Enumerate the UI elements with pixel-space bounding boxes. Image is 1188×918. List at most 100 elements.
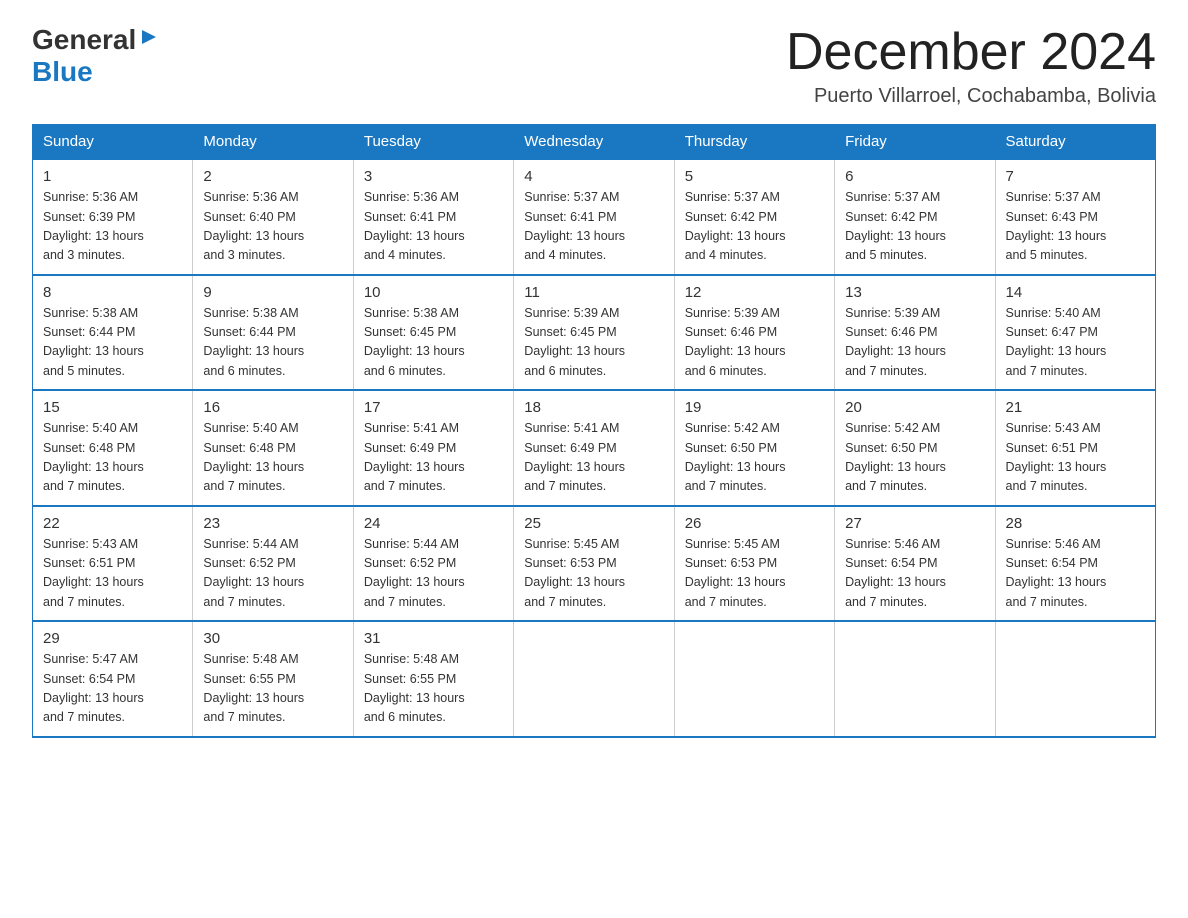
day-info: Sunrise: 5:44 AM Sunset: 6:52 PM Dayligh… [364, 535, 503, 613]
day-info: Sunrise: 5:40 AM Sunset: 6:48 PM Dayligh… [203, 419, 342, 497]
day-info: Sunrise: 5:46 AM Sunset: 6:54 PM Dayligh… [845, 535, 984, 613]
calendar-day-cell: 12 Sunrise: 5:39 AM Sunset: 6:46 PM Dayl… [674, 275, 834, 391]
calendar-day-cell: 6 Sunrise: 5:37 AM Sunset: 6:42 PM Dayli… [835, 159, 995, 275]
day-info: Sunrise: 5:44 AM Sunset: 6:52 PM Dayligh… [203, 535, 342, 613]
logo-general-text: General [32, 24, 136, 56]
day-info: Sunrise: 5:48 AM Sunset: 6:55 PM Dayligh… [203, 650, 342, 728]
calendar-day-cell: 26 Sunrise: 5:45 AM Sunset: 6:53 PM Dayl… [674, 506, 834, 622]
calendar-day-cell [995, 621, 1155, 737]
calendar-day-cell: 15 Sunrise: 5:40 AM Sunset: 6:48 PM Dayl… [33, 390, 193, 506]
day-info: Sunrise: 5:38 AM Sunset: 6:44 PM Dayligh… [203, 304, 342, 382]
logo-general-line: General [32, 24, 158, 56]
day-number: 10 [364, 284, 503, 301]
calendar-day-cell: 11 Sunrise: 5:39 AM Sunset: 6:45 PM Dayl… [514, 275, 674, 391]
calendar-day-cell: 2 Sunrise: 5:36 AM Sunset: 6:40 PM Dayli… [193, 159, 353, 275]
calendar-day-cell: 21 Sunrise: 5:43 AM Sunset: 6:51 PM Dayl… [995, 390, 1155, 506]
day-number: 11 [524, 284, 663, 301]
day-number: 7 [1006, 168, 1145, 185]
logo-arrow-icon [140, 28, 158, 51]
calendar-day-cell: 25 Sunrise: 5:45 AM Sunset: 6:53 PM Dayl… [514, 506, 674, 622]
calendar-day-cell: 10 Sunrise: 5:38 AM Sunset: 6:45 PM Dayl… [353, 275, 513, 391]
calendar-day-cell: 7 Sunrise: 5:37 AM Sunset: 6:43 PM Dayli… [995, 159, 1155, 275]
calendar-day-cell: 28 Sunrise: 5:46 AM Sunset: 6:54 PM Dayl… [995, 506, 1155, 622]
calendar-week-row: 1 Sunrise: 5:36 AM Sunset: 6:39 PM Dayli… [33, 159, 1156, 275]
weekday-header-thursday: Thursday [674, 125, 834, 160]
day-info: Sunrise: 5:40 AM Sunset: 6:47 PM Dayligh… [1006, 304, 1145, 382]
logo: General Blue [32, 24, 158, 88]
day-info: Sunrise: 5:39 AM Sunset: 6:45 PM Dayligh… [524, 304, 663, 382]
calendar-day-cell [514, 621, 674, 737]
calendar-day-cell: 20 Sunrise: 5:42 AM Sunset: 6:50 PM Dayl… [835, 390, 995, 506]
weekday-header-friday: Friday [835, 125, 995, 160]
day-number: 21 [1006, 399, 1145, 416]
calendar-body: 1 Sunrise: 5:36 AM Sunset: 6:39 PM Dayli… [33, 159, 1156, 737]
day-info: Sunrise: 5:39 AM Sunset: 6:46 PM Dayligh… [685, 304, 824, 382]
calendar-week-row: 29 Sunrise: 5:47 AM Sunset: 6:54 PM Dayl… [33, 621, 1156, 737]
calendar-day-cell: 1 Sunrise: 5:36 AM Sunset: 6:39 PM Dayli… [33, 159, 193, 275]
calendar-day-cell: 8 Sunrise: 5:38 AM Sunset: 6:44 PM Dayli… [33, 275, 193, 391]
day-info: Sunrise: 5:37 AM Sunset: 6:42 PM Dayligh… [845, 188, 984, 266]
day-info: Sunrise: 5:36 AM Sunset: 6:39 PM Dayligh… [43, 188, 182, 266]
day-number: 3 [364, 168, 503, 185]
weekday-header-wednesday: Wednesday [514, 125, 674, 160]
month-year-title: December 2024 [786, 24, 1156, 81]
day-number: 15 [43, 399, 182, 416]
calendar-day-cell: 24 Sunrise: 5:44 AM Sunset: 6:52 PM Dayl… [353, 506, 513, 622]
day-number: 23 [203, 515, 342, 532]
calendar-day-cell: 27 Sunrise: 5:46 AM Sunset: 6:54 PM Dayl… [835, 506, 995, 622]
logo-blue-line: Blue [32, 56, 93, 88]
day-info: Sunrise: 5:47 AM Sunset: 6:54 PM Dayligh… [43, 650, 182, 728]
day-number: 31 [364, 630, 503, 647]
day-number: 24 [364, 515, 503, 532]
day-number: 14 [1006, 284, 1145, 301]
calendar-day-cell: 30 Sunrise: 5:48 AM Sunset: 6:55 PM Dayl… [193, 621, 353, 737]
day-number: 16 [203, 399, 342, 416]
calendar-day-cell: 23 Sunrise: 5:44 AM Sunset: 6:52 PM Dayl… [193, 506, 353, 622]
day-number: 29 [43, 630, 182, 647]
day-info: Sunrise: 5:36 AM Sunset: 6:41 PM Dayligh… [364, 188, 503, 266]
day-number: 5 [685, 168, 824, 185]
day-number: 22 [43, 515, 182, 532]
calendar-day-cell: 16 Sunrise: 5:40 AM Sunset: 6:48 PM Dayl… [193, 390, 353, 506]
calendar-week-row: 22 Sunrise: 5:43 AM Sunset: 6:51 PM Dayl… [33, 506, 1156, 622]
calendar-week-row: 8 Sunrise: 5:38 AM Sunset: 6:44 PM Dayli… [33, 275, 1156, 391]
calendar-day-cell: 22 Sunrise: 5:43 AM Sunset: 6:51 PM Dayl… [33, 506, 193, 622]
location-subtitle: Puerto Villarroel, Cochabamba, Bolivia [786, 85, 1156, 108]
day-number: 30 [203, 630, 342, 647]
calendar-day-cell: 13 Sunrise: 5:39 AM Sunset: 6:46 PM Dayl… [835, 275, 995, 391]
day-number: 19 [685, 399, 824, 416]
day-number: 27 [845, 515, 984, 532]
day-info: Sunrise: 5:39 AM Sunset: 6:46 PM Dayligh… [845, 304, 984, 382]
day-info: Sunrise: 5:38 AM Sunset: 6:44 PM Dayligh… [43, 304, 182, 382]
day-number: 26 [685, 515, 824, 532]
weekday-header-monday: Monday [193, 125, 353, 160]
day-number: 8 [43, 284, 182, 301]
calendar-day-cell [674, 621, 834, 737]
day-info: Sunrise: 5:46 AM Sunset: 6:54 PM Dayligh… [1006, 535, 1145, 613]
day-info: Sunrise: 5:42 AM Sunset: 6:50 PM Dayligh… [845, 419, 984, 497]
day-number: 25 [524, 515, 663, 532]
calendar-day-cell: 14 Sunrise: 5:40 AM Sunset: 6:47 PM Dayl… [995, 275, 1155, 391]
weekday-header-saturday: Saturday [995, 125, 1155, 160]
day-info: Sunrise: 5:37 AM Sunset: 6:42 PM Dayligh… [685, 188, 824, 266]
calendar-day-cell: 19 Sunrise: 5:42 AM Sunset: 6:50 PM Dayl… [674, 390, 834, 506]
calendar-table: SundayMondayTuesdayWednesdayThursdayFrid… [32, 124, 1156, 738]
weekday-header-tuesday: Tuesday [353, 125, 513, 160]
weekday-header-sunday: Sunday [33, 125, 193, 160]
day-info: Sunrise: 5:41 AM Sunset: 6:49 PM Dayligh… [524, 419, 663, 497]
day-info: Sunrise: 5:45 AM Sunset: 6:53 PM Dayligh… [524, 535, 663, 613]
calendar-day-cell: 4 Sunrise: 5:37 AM Sunset: 6:41 PM Dayli… [514, 159, 674, 275]
calendar-header: SundayMondayTuesdayWednesdayThursdayFrid… [33, 125, 1156, 160]
weekday-header-row: SundayMondayTuesdayWednesdayThursdayFrid… [33, 125, 1156, 160]
day-number: 6 [845, 168, 984, 185]
day-info: Sunrise: 5:36 AM Sunset: 6:40 PM Dayligh… [203, 188, 342, 266]
calendar-week-row: 15 Sunrise: 5:40 AM Sunset: 6:48 PM Dayl… [33, 390, 1156, 506]
calendar-day-cell: 31 Sunrise: 5:48 AM Sunset: 6:55 PM Dayl… [353, 621, 513, 737]
day-number: 1 [43, 168, 182, 185]
day-number: 28 [1006, 515, 1145, 532]
day-number: 2 [203, 168, 342, 185]
calendar-day-cell: 5 Sunrise: 5:37 AM Sunset: 6:42 PM Dayli… [674, 159, 834, 275]
calendar-day-cell: 9 Sunrise: 5:38 AM Sunset: 6:44 PM Dayli… [193, 275, 353, 391]
calendar-day-cell: 29 Sunrise: 5:47 AM Sunset: 6:54 PM Dayl… [33, 621, 193, 737]
calendar-day-cell: 3 Sunrise: 5:36 AM Sunset: 6:41 PM Dayli… [353, 159, 513, 275]
